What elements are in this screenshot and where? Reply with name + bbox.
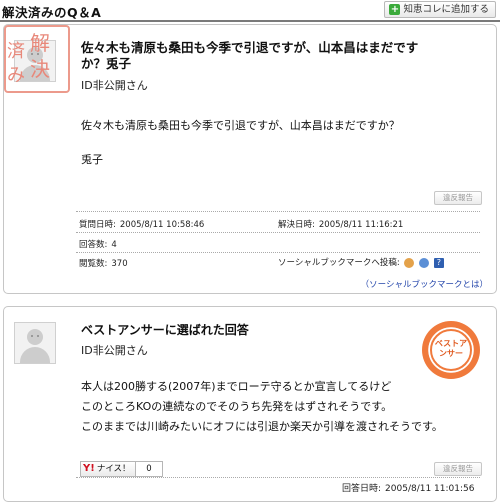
divider	[76, 477, 480, 478]
answered-date: 回答日時: 2005/8/11 11:01:56	[342, 484, 475, 494]
section-title: 解決済みのQ＆A	[2, 5, 102, 20]
avatar-head-shape	[27, 329, 43, 345]
view-count: 閲覧数: 370	[79, 259, 128, 269]
answer-count: 回答数: 4	[79, 240, 117, 250]
add-to-collection-label: 知恵コレに追加する	[403, 4, 489, 15]
best-answer-badge: ベストアンサー	[422, 321, 480, 379]
avatar-body-shape	[20, 347, 50, 363]
social-bookmark-row: ソーシャルブックマークへ投稿: ?	[278, 256, 444, 268]
help-icon[interactable]: ?	[433, 257, 444, 268]
question-body-line1: 佐々木も清原も桑田も今季で引退ですが、山本昌はまだですか？	[81, 119, 400, 132]
nice-button[interactable]: Y! ナイス！	[80, 461, 136, 477]
social-bookmark-help-link[interactable]: （ソーシャルブックマークとは）	[361, 278, 488, 290]
add-to-collection-button[interactable]: + 知恵コレに追加する	[384, 1, 496, 18]
yahoo-icon: Y!	[83, 463, 95, 474]
nice-label: ナイス！	[96, 464, 131, 474]
report-button[interactable]: 違反報告	[434, 462, 482, 476]
answer-body-line3: このままでは川崎みたいにオフには引退か楽天か引導を渡されそうです。	[81, 420, 443, 433]
bookmark-icon[interactable]	[419, 257, 430, 268]
social-bookmark-icon[interactable]	[404, 257, 415, 268]
section-header: 解決済みのQ＆A + 知恵コレに追加する	[0, 0, 500, 22]
divider	[76, 252, 480, 253]
question-user[interactable]: ID非公開さん	[81, 77, 148, 93]
answer-body-line2: このところKOの連続なのでそのうち先発をはずされそうです。	[81, 400, 393, 413]
best-answer-panel: ベストアンサーに選ばれた回答 ID非公開さん ベストアンサー 本人は200勝する…	[3, 306, 497, 502]
question-panel: 佐々木も清原も桑田も今季で引退ですが、山本昌はまだですか？兎子 ID非公開さん …	[3, 24, 497, 294]
resolved-date: 解決日時: 2005/8/11 11:16:21	[278, 220, 404, 230]
best-answer-title: ベストアンサーに選ばれた回答	[81, 323, 249, 337]
answer-user[interactable]: ID非公開さん	[81, 342, 148, 358]
nice-count: 0	[135, 461, 163, 477]
question-title: 佐々木も清原も桑田も今季で引退ですが、山本昌はまだですか？兎子	[81, 40, 419, 71]
report-button[interactable]: 違反報告	[434, 191, 482, 205]
divider	[76, 211, 480, 212]
asked-date: 質問日時: 2005/8/11 10:58:46	[79, 220, 205, 230]
divider	[76, 232, 480, 233]
best-answer-badge-text: ベストアンサー	[434, 339, 468, 358]
answer-body-line1: 本人は200勝する(2007年)までローテ守るとか宣言してるけど	[81, 380, 392, 393]
avatar	[14, 322, 56, 364]
question-body-line2: 兎子	[81, 153, 103, 166]
resolved-stamp: 解 決 済 み	[4, 25, 70, 93]
plus-icon: +	[389, 4, 401, 15]
avatar-eyes-shape	[31, 335, 39, 337]
